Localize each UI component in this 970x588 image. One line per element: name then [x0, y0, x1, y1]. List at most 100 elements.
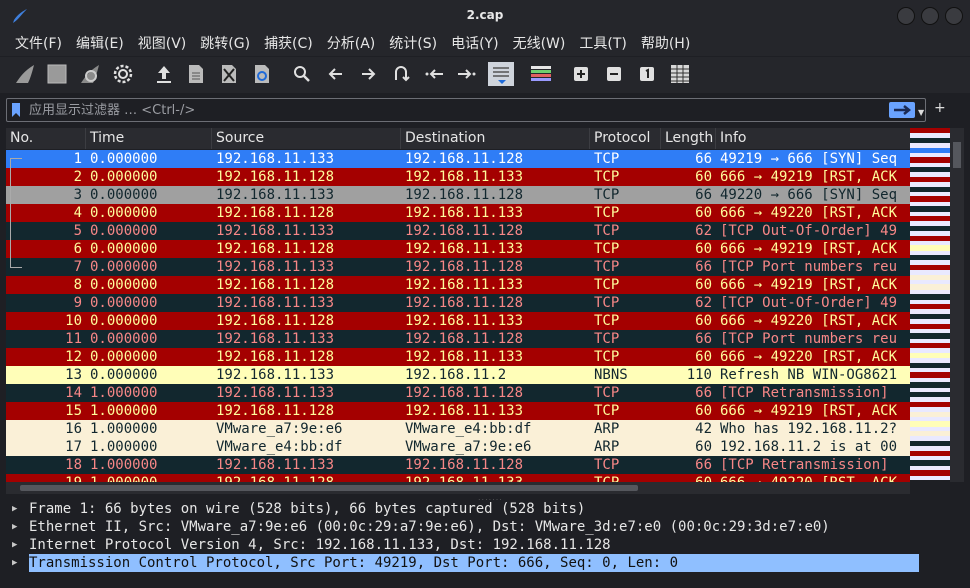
last-packet-icon[interactable]	[455, 62, 479, 86]
packet-row[interactable]: 1 0.000000 192.168.11.133 192.168.11.128 TCP…	[6, 150, 910, 168]
packet-protocol: TCP	[594, 259, 620, 275]
close-button[interactable]	[945, 7, 963, 25]
packet-row[interactable]: 12 0.000000 192.168.11.128 192.168.11.133 TC…	[6, 348, 910, 366]
packet-protocol: TCP	[594, 241, 620, 257]
display-filter-input[interactable]	[29, 100, 879, 120]
detail-tree-row[interactable]: ▶ Ethernet II, Src: VMware_a7:9e:e6 (00:0…	[6, 518, 964, 536]
expand-arrow-icon[interactable]: ▶	[12, 500, 17, 518]
column-header-protocol[interactable]: Protocol	[590, 128, 661, 149]
packet-row[interactable]: 14 1.000000 192.168.11.133 192.168.11.128 TC…	[6, 384, 910, 402]
packet-row[interactable]: 7 0.000000 192.168.11.133 192.168.11.128 TCP…	[6, 258, 910, 276]
restart-icon[interactable]	[78, 62, 102, 86]
detail-tree-row[interactable]: ▶ Transmission Control Protocol, Src Port…	[6, 554, 964, 572]
bookmark-icon[interactable]	[11, 102, 21, 118]
packet-row[interactable]: 10 0.000000 192.168.11.128 192.168.11.133 TC…	[6, 312, 910, 330]
menu-view[interactable]: 视图(V)	[131, 32, 194, 56]
conversation-bracket	[10, 158, 20, 268]
column-header-length[interactable]: Length	[661, 128, 716, 149]
packet-minimap[interactable]	[910, 128, 950, 480]
column-header-destination[interactable]: Destination	[401, 128, 590, 149]
menu-edit[interactable]: 编辑(E)	[69, 32, 131, 56]
packet-length: 60	[695, 403, 712, 419]
menu-help[interactable]: 帮助(H)	[634, 32, 697, 56]
column-header-no[interactable]: No.	[6, 128, 86, 149]
reload-icon[interactable]	[250, 62, 274, 86]
minimap-stripe	[910, 284, 950, 290]
scroll-thumb[interactable]	[20, 485, 638, 491]
packet-row[interactable]: 8 0.000000 192.168.11.128 192.168.11.133 TCP…	[6, 276, 910, 294]
column-header-info[interactable]: Info	[716, 128, 910, 149]
maximize-button[interactable]	[921, 7, 939, 25]
packet-row[interactable]: 6 0.000000 192.168.11.128 192.168.11.133 TCP…	[6, 240, 910, 258]
normal-size-icon[interactable]	[635, 62, 659, 86]
packet-destination: 192.168.11.128	[405, 457, 524, 473]
menu-go[interactable]: 跳转(G)	[193, 32, 257, 56]
add-filter-button-icon[interactable]: +	[934, 100, 946, 116]
search-icon[interactable]	[290, 62, 314, 86]
zoom-out-icon[interactable]	[602, 62, 626, 86]
autoscroll-icon[interactable]	[488, 62, 514, 86]
packet-row[interactable]: 16 1.000000 VMware_a7:9e:e6 VMware_e4:bb:df…	[6, 420, 910, 438]
packet-row[interactable]: 17 1.000000 VMware_e4:bb:df VMware_a7:9e:e6…	[6, 438, 910, 456]
menu-file[interactable]: 文件(F)	[8, 32, 69, 56]
apply-filter-button[interactable]	[889, 102, 915, 118]
go-back-icon[interactable]	[324, 62, 348, 86]
packet-row[interactable]: 18 1.000000 192.168.11.133 192.168.11.128 TC…	[6, 456, 910, 474]
detail-tree-row[interactable]: ▶ Frame 1: 66 bytes on wire (528 bits), 6…	[6, 500, 964, 518]
packet-time: 1.000000	[90, 385, 158, 401]
column-header-source[interactable]: Source	[212, 128, 401, 149]
minimap-stripe	[910, 460, 950, 466]
save-file-icon[interactable]	[184, 62, 208, 86]
scroll-thumb[interactable]	[953, 142, 961, 168]
go-forward-icon[interactable]	[356, 62, 380, 86]
expand-arrow-icon[interactable]: ▶	[12, 554, 17, 572]
colorize-icon[interactable]	[527, 62, 555, 86]
zoom-in-icon[interactable]	[569, 62, 593, 86]
minimize-button[interactable]	[897, 7, 915, 25]
packet-length: 66	[695, 331, 712, 347]
packet-length: 60	[695, 205, 712, 221]
packet-protocol: TCP	[594, 403, 620, 419]
packet-list-horizontal-scrollbar[interactable]	[6, 482, 910, 494]
menu-statistics[interactable]: 统计(S)	[382, 32, 444, 56]
expand-arrow-icon[interactable]: ▶	[12, 518, 17, 536]
filter-history-dropdown-icon[interactable]: ▼	[918, 108, 924, 117]
minimap-stripe	[910, 255, 950, 261]
menu-wireless[interactable]: 无线(W)	[506, 32, 573, 56]
menu-bar: 文件(F) 编辑(E) 视图(V) 跳转(G) 捕获(C) 分析(A) 统计(S…	[0, 32, 970, 56]
packet-row[interactable]: 13 0.000000 192.168.11.133 192.168.11.2 NBNS…	[6, 366, 910, 384]
display-filter-bar	[6, 98, 926, 122]
go-to-packet-icon[interactable]	[389, 62, 413, 86]
options-gear-icon[interactable]	[111, 62, 135, 86]
packet-row[interactable]: 19 1.000000 192.168.11.128192.168.11.133TC…	[6, 474, 910, 482]
packet-row[interactable]: 11 0.000000 192.168.11.133 192.168.11.128 TC…	[6, 330, 910, 348]
expand-arrow-icon[interactable]: ▶	[12, 536, 17, 554]
detail-tree-row[interactable]: ▶ Internet Protocol Version 4, Src: 192.1…	[6, 536, 964, 554]
packet-row[interactable]: 2 0.000000 192.168.11.128 192.168.11.133 TCP…	[6, 168, 910, 186]
packet-length: 66	[695, 457, 712, 473]
resize-columns-icon[interactable]	[668, 62, 692, 86]
packet-protocol: TCP	[594, 331, 620, 347]
column-header-time[interactable]: Time	[86, 128, 212, 149]
packet-row[interactable]: 4 0.000000 192.168.11.128 192.168.11.133 TCP…	[6, 204, 910, 222]
packet-row[interactable]: 3 0.000000 192.168.11.133 192.168.11.128 TCP…	[6, 186, 910, 204]
menu-tools[interactable]: 工具(T)	[572, 32, 633, 56]
open-file-icon[interactable]	[152, 62, 176, 86]
close-file-icon[interactable]	[217, 62, 241, 86]
menu-telephony[interactable]: 电话(Y)	[444, 32, 505, 56]
first-packet-icon[interactable]	[422, 62, 446, 86]
packet-row[interactable]: 5 0.000000 192.168.11.133 192.168.11.128 TCP…	[6, 222, 910, 240]
packet-row[interactable]: 15 1.000000 192.168.11.128 192.168.11.133 TC…	[6, 402, 910, 420]
packet-protocol: TCP	[594, 151, 620, 167]
packet-info: Who has 192.168.11.2?	[720, 421, 898, 437]
minimap-stripe	[910, 176, 950, 183]
shark-fin-start-icon[interactable]	[13, 62, 37, 86]
stop-icon[interactable]	[45, 62, 69, 86]
packet-info: 49219 → 666 [SYN] Seq	[720, 151, 898, 167]
packet-source: VMware_a7:9e:e6	[216, 421, 343, 437]
menu-analyze[interactable]: 分析(A)	[320, 32, 383, 56]
packet-row[interactable]: 9 0.000000 192.168.11.133 192.168.11.128 TCP…	[6, 294, 910, 312]
packet-source: 192.168.11.133	[216, 259, 335, 275]
menu-capture[interactable]: 捕获(C)	[257, 32, 320, 56]
packet-list-vertical-scrollbar[interactable]	[950, 128, 964, 482]
